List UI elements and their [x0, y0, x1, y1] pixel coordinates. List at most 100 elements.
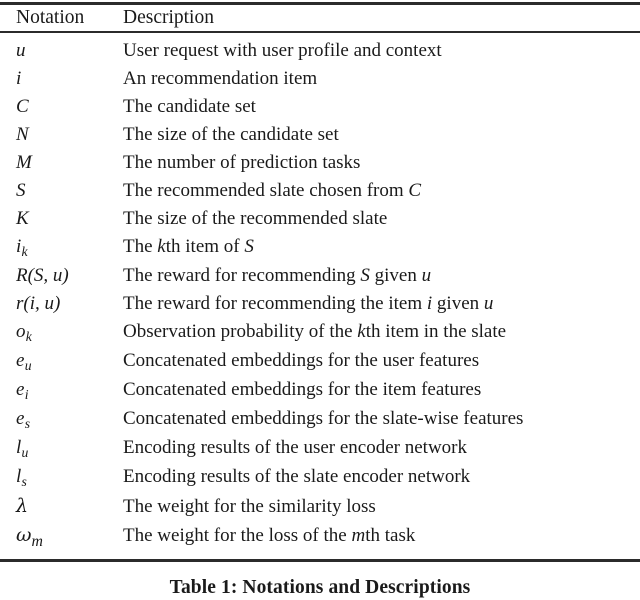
column-header-notation-label: Notation [16, 7, 85, 28]
notation-cell: M [0, 149, 111, 177]
description-cell: Encoding results of the user encoder net… [111, 434, 640, 463]
table-header: Notation Description [0, 5, 640, 31]
notation-cell: u [0, 37, 111, 65]
table-row: r(i, u) The reward for recommending the i… [0, 290, 640, 318]
description-cell: The reward for recommending S given u [111, 262, 640, 290]
table-row: R(S, u) The reward for recommending S giv… [0, 262, 640, 290]
description-text: Encoding results of the slate encoder ne… [123, 466, 471, 487]
description-cell: The candidate set [111, 93, 640, 121]
table-row: S The recommended slate chosen from C [0, 177, 640, 205]
description-cell: The size of the candidate set [111, 121, 640, 149]
notation-cell: R(S, u) [0, 262, 111, 290]
notation-cell: lu [0, 434, 111, 463]
table-row: i An recommendation item [0, 65, 640, 93]
description-text: The weight for the loss of the mth task [123, 525, 416, 546]
table-row: es Concatenated embeddings for the slate-… [0, 405, 640, 434]
description-text: The reward for recommending the item i g… [123, 293, 494, 314]
notation-cell: ik [0, 233, 111, 262]
table-row: λ The weight for the similarity loss [0, 492, 640, 521]
notation-cell: ei [0, 376, 111, 405]
notation-table-figure: Notation Description u User request with … [0, 2, 640, 598]
notation-symbol: M [16, 152, 32, 173]
notation-cell: S [0, 177, 111, 205]
table-row: ok Observation probability of the kth ite… [0, 318, 640, 347]
description-cell: An recommendation item [111, 65, 640, 93]
notation-symbol: es [16, 408, 31, 431]
notation-cell: eu [0, 347, 111, 376]
description-cell: User request with user profile and conte… [111, 37, 640, 65]
table-row: C The candidate set [0, 93, 640, 121]
notation-symbol: ik [16, 236, 28, 259]
table-row: ωm The weight for the loss of the mth tas… [0, 521, 640, 556]
table-body: u User request with user profile and cont… [0, 37, 640, 556]
notation-symbol: ei [16, 379, 29, 402]
notation-table-body: u User request with user profile and cont… [0, 37, 640, 556]
description-text: The recommended slate chosen from C [123, 180, 422, 201]
table-row: u User request with user profile and cont… [0, 37, 640, 65]
description-cell: The reward for recommending the item i g… [111, 290, 640, 318]
table-row: ik The kth item of S [0, 233, 640, 262]
notation-table: Notation Description [0, 5, 640, 31]
table-row: eu Concatenated embeddings for the user f… [0, 347, 640, 376]
description-text: The size of the candidate set [123, 124, 339, 145]
description-cell: The number of prediction tasks [111, 149, 640, 177]
description-text: The kth item of S [123, 236, 254, 257]
table-row: ls Encoding results of the slate encoder … [0, 463, 640, 492]
notation-cell: ls [0, 463, 111, 492]
notation-symbol: K [16, 208, 29, 229]
notation-symbol: S [16, 180, 26, 201]
notation-symbol: ls [16, 466, 27, 489]
notation-symbol: λ [16, 495, 29, 517]
description-text: User request with user profile and conte… [123, 40, 442, 61]
notation-cell: ok [0, 318, 111, 347]
description-cell: The kth item of S [111, 233, 640, 262]
notation-symbol: lu [16, 437, 29, 460]
column-header-description-label: Description [123, 7, 214, 28]
description-text: The reward for recommending S given u [123, 265, 432, 286]
notation-symbol: C [16, 96, 29, 117]
notation-cell: λ [0, 492, 111, 521]
notation-cell: ωm [0, 521, 111, 556]
notation-cell: r(i, u) [0, 290, 111, 318]
notation-cell: C [0, 93, 111, 121]
description-cell: Observation probability of the kth item … [111, 318, 640, 347]
description-cell: The recommended slate chosen from C [111, 177, 640, 205]
table-row: lu Encoding results of the user encoder n… [0, 434, 640, 463]
notation-symbol: u [16, 40, 26, 61]
table-row: N The size of the candidate set [0, 121, 640, 149]
notation-symbol: r(i, u) [16, 293, 61, 314]
description-text: Concatenated embeddings for the slate-wi… [123, 408, 524, 429]
column-header-description: Description [111, 5, 640, 31]
description-cell: The weight for the loss of the mth task [111, 521, 640, 556]
table-header-row: Notation Description [0, 5, 640, 31]
description-cell: The size of the recommended slate [111, 205, 640, 233]
description-text: The number of prediction tasks [123, 152, 361, 173]
description-text: The weight for the similarity loss [123, 496, 376, 517]
table-caption: Table 1: Notations and Descriptions [169, 576, 471, 598]
notation-symbol: eu [16, 350, 32, 373]
description-text: Observation probability of the kth item … [123, 321, 507, 342]
description-cell: The weight for the similarity loss [111, 492, 640, 521]
notation-cell: es [0, 405, 111, 434]
description-text: Concatenated embeddings for the user fea… [123, 350, 480, 371]
description-cell: Encoding results of the slate encoder ne… [111, 463, 640, 492]
description-cell: Concatenated embeddings for the item fea… [111, 376, 640, 405]
table-row: M The number of prediction tasks [0, 149, 640, 177]
notation-cell: N [0, 121, 111, 149]
description-cell: Concatenated embeddings for the slate-wi… [111, 405, 640, 434]
notation-symbol: N [16, 124, 29, 145]
description-text: The size of the recommended slate [123, 208, 388, 229]
column-header-notation: Notation [0, 5, 111, 31]
table-row: K The size of the recommended slate [0, 205, 640, 233]
table-row: ei Concatenated embeddings for the item f… [0, 376, 640, 405]
notation-symbol: i [16, 68, 22, 89]
notation-symbol: R(S, u) [16, 265, 69, 286]
notation-cell: i [0, 65, 111, 93]
notation-cell: K [0, 205, 111, 233]
description-text: Concatenated embeddings for the item fea… [123, 379, 482, 400]
description-text: The candidate set [123, 96, 256, 117]
description-text: Encoding results of the user encoder net… [123, 437, 468, 458]
notation-symbol: ωm [16, 524, 43, 550]
notation-symbol: ok [16, 321, 32, 344]
description-cell: Concatenated embeddings for the user fea… [111, 347, 640, 376]
